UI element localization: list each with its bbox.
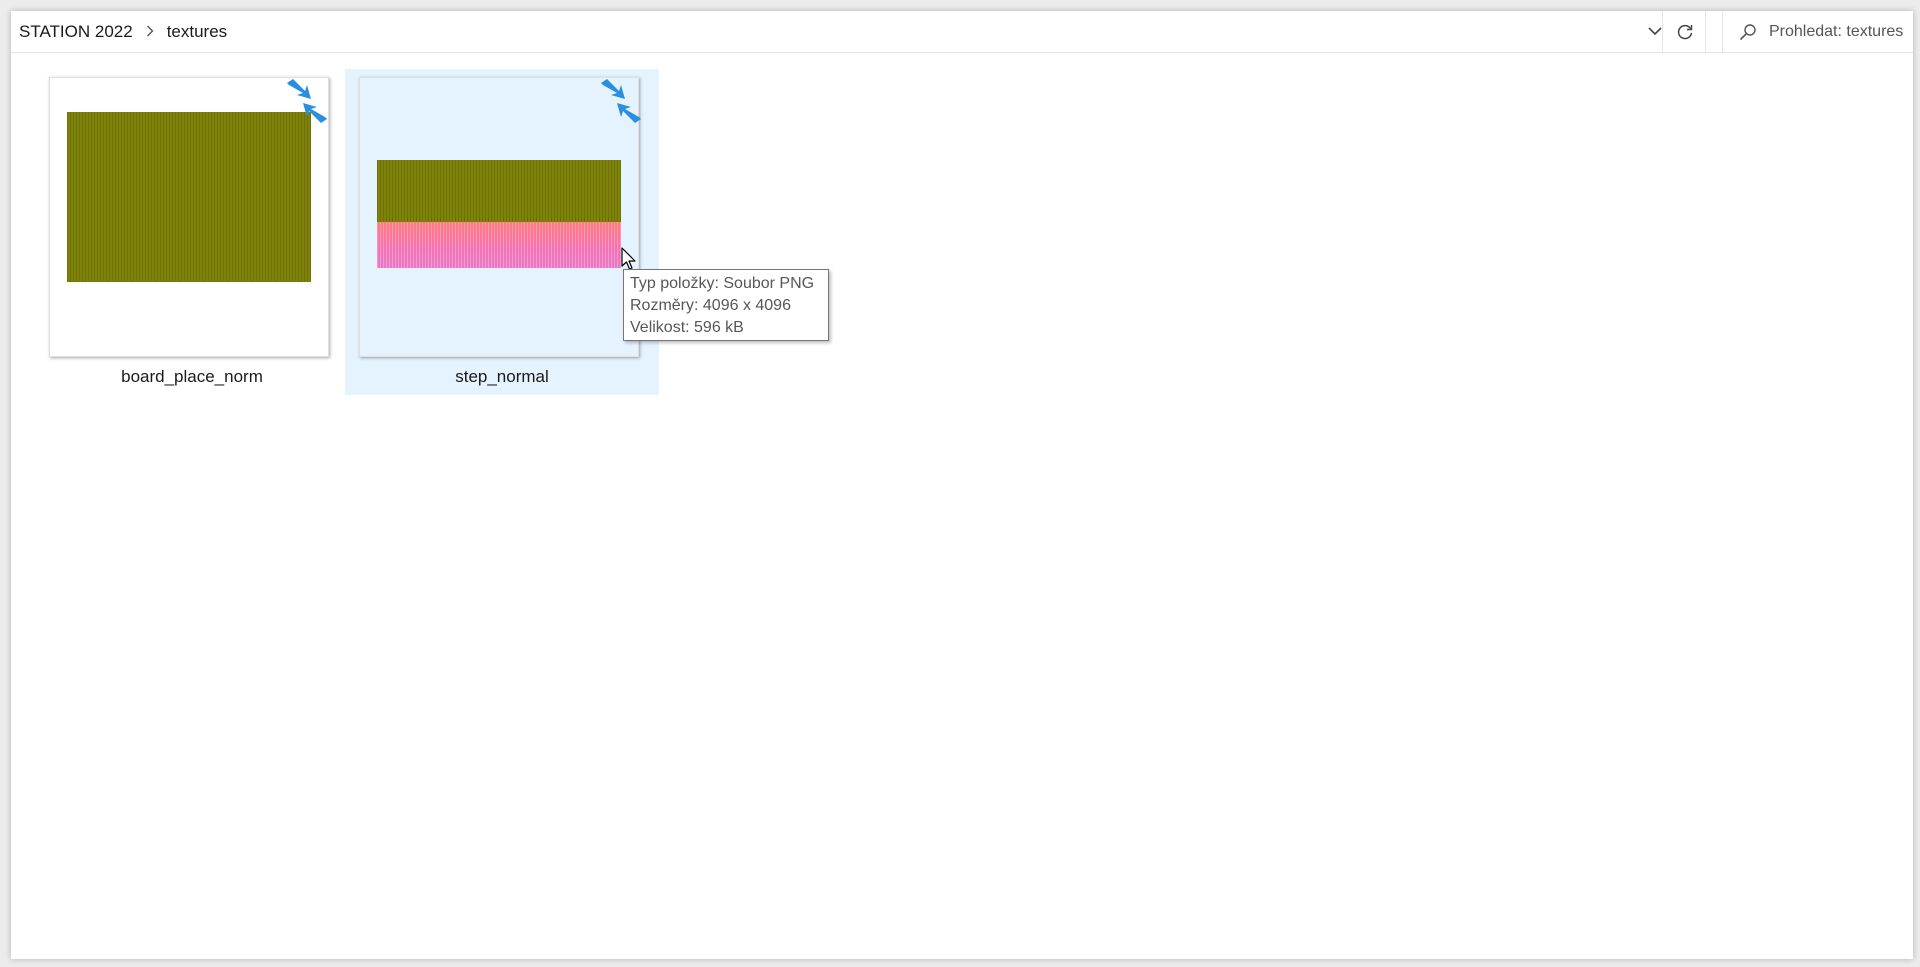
refresh-button[interactable] (1662, 11, 1707, 52)
refresh-icon (1677, 24, 1693, 39)
breadcrumb-box[interactable]: STATION 2022 textures (11, 11, 1706, 52)
compress-arrows-icon (601, 79, 641, 123)
chevron-down-icon (1648, 27, 1662, 36)
tooltip-size: Velikost: 596 kB (630, 319, 744, 336)
tooltip-dimensions: Rozměry: 4096 x 4096 (630, 297, 791, 314)
file-item-step-normal[interactable]: step_normal (345, 69, 659, 395)
texture-preview-top (377, 160, 621, 222)
search-box[interactable] (1722, 11, 1913, 52)
breadcrumb-item-station[interactable]: STATION 2022 (15, 22, 137, 42)
address-bar: STATION 2022 textures (11, 11, 1913, 53)
search-icon (1739, 23, 1756, 40)
texture-preview-bottom (377, 222, 621, 268)
chevron-right-icon[interactable] (143, 24, 157, 40)
texture-preview (67, 112, 311, 282)
tooltip-type: Typ položky: Soubor PNG (630, 275, 815, 292)
file-name-label: step_normal (455, 367, 549, 386)
file-name-label: board_place_norm (121, 367, 263, 386)
explorer-window: STATION 2022 textures Prohledat: texture… (11, 11, 1913, 959)
file-tooltip: Typ položky: Soubor PNG Rozměry: 4096 x … (623, 269, 829, 341)
file-view: board_place_norm step_normal Typ položky… (11, 53, 1913, 959)
breadcrumb: STATION 2022 textures (15, 11, 231, 52)
breadcrumb-item-textures[interactable]: textures (163, 22, 231, 42)
mouse-pointer-icon (621, 247, 636, 270)
search-input[interactable] (1769, 22, 1913, 41)
compress-arrows-icon (287, 79, 327, 123)
file-item-board-place-norm[interactable]: board_place_norm (35, 69, 349, 395)
